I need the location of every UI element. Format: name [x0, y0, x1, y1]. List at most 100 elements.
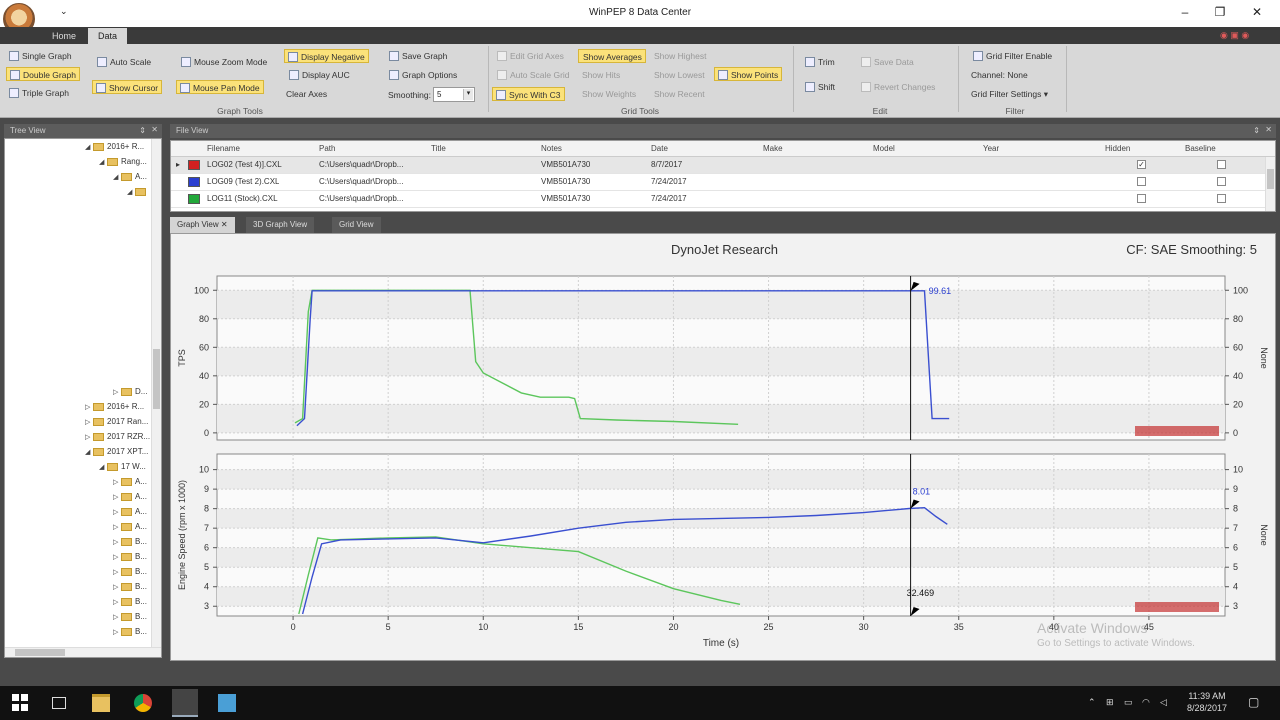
tree-node[interactable]: ▷ B...	[5, 537, 153, 552]
windows-start-icon[interactable]	[12, 694, 30, 712]
volume-icon[interactable]: ◁	[1160, 697, 1167, 708]
battery-icon[interactable]: ▭	[1124, 697, 1133, 708]
baseline-checkbox[interactable]	[1217, 177, 1226, 186]
tray-chevron-icon[interactable]: ⌃	[1088, 697, 1096, 708]
collapse-arrow-icon[interactable]: ◢	[113, 173, 121, 181]
collapse-arrow-icon[interactable]: ◢	[127, 188, 135, 196]
tree-vertical-scrollbar[interactable]	[151, 139, 161, 647]
tree-node[interactable]: ◢	[5, 187, 153, 202]
graph-options-button[interactable]: Graph Options	[386, 68, 460, 82]
column-header[interactable]: Title	[431, 144, 446, 153]
tree-node[interactable]: ▷ A...	[5, 522, 153, 537]
expand-arrow-icon[interactable]: ▷	[85, 403, 93, 411]
expand-arrow-icon[interactable]: ▷	[113, 553, 121, 561]
save-graph-button[interactable]: Save Graph	[386, 49, 450, 63]
auto-scale-grid-button[interactable]: Auto Scale Grid	[494, 68, 573, 82]
single-graph-button[interactable]: Single Graph	[6, 49, 75, 63]
tab-graph-view[interactable]: Graph View ✕	[170, 217, 235, 233]
expand-arrow-icon[interactable]: ▷	[113, 493, 121, 501]
file-row[interactable]: ▸ LOG02 (Test 4)].CXL C:\Users\quadr\Dropb…	[171, 157, 1275, 174]
file-row[interactable]: LOG09 (Test 2).CXL C:\Users\quadr\Dropb..…	[171, 174, 1275, 191]
pin-icon[interactable]: ⇕	[1253, 126, 1260, 135]
tree-node[interactable]: ◢ 2017 XPT...	[5, 447, 153, 462]
close-icon[interactable]: ✕	[221, 220, 228, 229]
tab-grid-view[interactable]: Grid View	[332, 217, 381, 233]
tree-node[interactable]: ▷ D...	[5, 387, 153, 402]
expand-arrow-icon[interactable]: ▷	[113, 628, 121, 636]
notification-icon[interactable]: ▢	[1248, 695, 1259, 709]
save-data-button[interactable]: Save Data	[858, 55, 917, 69]
show-cursor-button[interactable]: Show Cursor	[92, 80, 163, 94]
maximize-button[interactable]: ❐	[1210, 5, 1230, 21]
smoothing-stepper[interactable]: 5 ▾	[433, 87, 475, 102]
display-auc-button[interactable]: Display AUC	[286, 68, 353, 82]
baseline-checkbox[interactable]	[1217, 160, 1226, 169]
wifi-icon[interactable]: ◠	[1142, 697, 1150, 708]
expand-arrow-icon[interactable]: ▷	[113, 583, 121, 591]
network-icon[interactable]: ⊞	[1106, 697, 1114, 708]
scrollbar-thumb[interactable]	[1267, 169, 1274, 189]
close-button[interactable]: ✕	[1247, 5, 1267, 21]
file-grid-scrollbar[interactable]	[1265, 157, 1275, 211]
collapse-arrow-icon[interactable]: ◢	[85, 448, 93, 456]
hidden-checkbox[interactable]	[1137, 194, 1146, 203]
tree-node[interactable]: ▷ A...	[5, 492, 153, 507]
expand-arrow-icon[interactable]: ▷	[113, 508, 121, 516]
minimize-button[interactable]: –	[1175, 5, 1195, 21]
spin-icon[interactable]: ▾	[463, 89, 473, 100]
app-icon[interactable]	[218, 694, 236, 712]
show-weights-button[interactable]: Show Weights	[578, 87, 639, 101]
shift-button[interactable]: Shift	[802, 80, 838, 94]
file-row[interactable]: LOG11 (Stock).CXL C:\Users\quadr\Dropb...…	[171, 191, 1275, 208]
sync-with-c3-button[interactable]: Sync With C3	[492, 87, 565, 101]
clock[interactable]: 11:39 AM 8/28/2017	[1182, 691, 1232, 713]
baseline-checkbox[interactable]	[1217, 194, 1226, 203]
show-lowest-button[interactable]: Show Lowest	[650, 68, 708, 82]
hidden-checkbox[interactable]	[1137, 177, 1146, 186]
scrollbar-thumb[interactable]	[15, 649, 65, 656]
grid-filter-enable-button[interactable]: Grid Filter Enable	[970, 49, 1055, 63]
trim-button[interactable]: Trim	[802, 55, 838, 69]
tree-node[interactable]: ▷ B...	[5, 582, 153, 597]
chrome-icon[interactable]	[134, 694, 152, 712]
expand-arrow-icon[interactable]: ▷	[113, 538, 121, 546]
tree-node[interactable]: ▷ B...	[5, 567, 153, 582]
expand-arrow-icon[interactable]: ▷	[113, 613, 121, 621]
tree-node[interactable]: ◢ Rang...	[5, 157, 153, 172]
double-graph-button[interactable]: Double Graph	[6, 67, 80, 81]
show-points-button[interactable]: Show Points	[714, 67, 783, 81]
tree-node[interactable]: ▷ A...	[5, 507, 153, 522]
column-header[interactable]: Notes	[541, 144, 562, 153]
tree-node[interactable]: ◢ A...	[5, 172, 153, 187]
expand-arrow-icon[interactable]: ▷	[113, 598, 121, 606]
show-highest-button[interactable]: Show Highest	[650, 49, 709, 63]
tree-node[interactable]: ▷ A...	[5, 477, 153, 492]
display-negative-button[interactable]: Display Negative	[284, 49, 369, 63]
triple-graph-button[interactable]: Triple Graph	[6, 86, 72, 100]
expand-arrow-icon[interactable]: ▷	[113, 523, 121, 531]
graph-view-panel[interactable]: 0 0 20 20 40 40 60 60 80 80 100 100 TPS None 99.61 3 3 4 4…	[170, 233, 1276, 661]
tree-node[interactable]: ▷ 2016+ R...	[5, 402, 153, 417]
tab-data[interactable]: Data	[88, 28, 128, 44]
column-header[interactable]: Filename	[207, 144, 240, 153]
tree-horizontal-scrollbar[interactable]	[5, 647, 161, 657]
expand-arrow-icon[interactable]: ▷	[113, 568, 121, 576]
file-explorer-icon[interactable]	[92, 694, 110, 712]
revert-changes-button[interactable]: Revert Changes	[858, 80, 938, 94]
tree-node[interactable]: ▷ B...	[5, 627, 153, 642]
expand-arrow-icon[interactable]: ▷	[85, 418, 93, 426]
hidden-checkbox[interactable]: ✓	[1137, 160, 1146, 169]
edit-grid-axes-button[interactable]: Edit Grid Axes	[494, 49, 567, 63]
series-color-swatch[interactable]	[188, 160, 200, 170]
column-header[interactable]: Baseline	[1185, 144, 1216, 153]
column-header[interactable]: Make	[763, 144, 783, 153]
channel-selector[interactable]: Channel: None	[968, 68, 1031, 82]
column-header[interactable]: Date	[651, 144, 668, 153]
grid-filter-settings-dropdown[interactable]: Grid Filter Settings ▾	[968, 87, 1051, 101]
expand-arrow-icon[interactable]: ▷	[85, 433, 93, 441]
expand-arrow-icon[interactable]: ▷	[113, 388, 121, 396]
scrollbar-thumb[interactable]	[153, 349, 160, 409]
ribbon-corner-icons[interactable]: ◉ ▣ ◉	[1220, 30, 1249, 41]
collapse-arrow-icon[interactable]: ◢	[85, 143, 93, 151]
task-view-icon[interactable]	[52, 697, 66, 709]
